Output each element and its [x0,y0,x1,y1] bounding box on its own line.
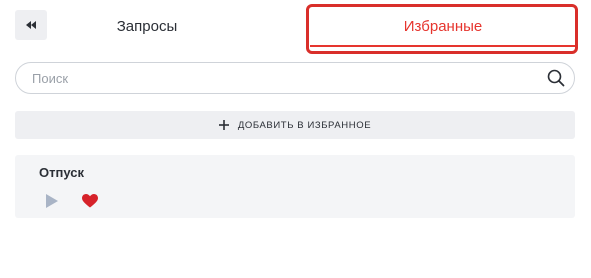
active-tab-indicator [310,45,576,47]
favorite-item[interactable]: Отпуск [15,155,575,218]
tab-favorites-label: Избранные [403,17,483,35]
add-to-favorites-label: ДОБАВИТЬ В ИЗБРАННОЕ [237,119,372,131]
search-input[interactable] [32,63,532,93]
double-chevron-left-icon [26,21,36,29]
heart-icon[interactable] [82,194,98,208]
tab-requests[interactable]: Запросы [62,6,232,46]
collapse-panel-button[interactable] [15,10,47,40]
add-to-favorites-button[interactable]: ДОБАВИТЬ В ИЗБРАННОЕ [15,111,575,139]
plus-icon [218,120,229,130]
favorite-item-title: Отпуск [39,165,84,180]
play-icon[interactable] [46,194,58,208]
tab-favorites[interactable]: Избранные [310,6,576,46]
tab-requests-label: Запросы [116,17,178,35]
search-icon[interactable] [547,69,565,87]
search-field [15,62,575,94]
